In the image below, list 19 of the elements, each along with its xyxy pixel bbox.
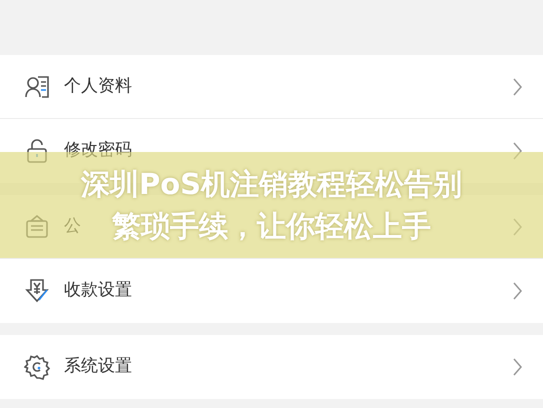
row-label: 公 [64, 214, 81, 238]
person-card-icon [24, 74, 50, 100]
settings-row[interactable]: 个人资料 [0, 55, 543, 119]
row-label: 个人资料 [64, 74, 132, 98]
chevron-right-icon [512, 216, 523, 236]
row-label: 修改密码 [64, 139, 132, 162]
chevron-right-icon [512, 141, 523, 161]
banner-title-line: 繁琐手续，让你轻松上手 [112, 208, 431, 245]
chevron-right-icon [512, 76, 523, 96]
row-label: 收款设置 [64, 279, 132, 302]
settings-row[interactable]: 系统设置 [0, 335, 543, 399]
settings-row[interactable]: 收款设置 [0, 259, 543, 323]
yen-download-icon [24, 278, 50, 304]
settings-icon [24, 354, 50, 380]
notice-icon [24, 214, 50, 240]
row-label: 系统设置 [64, 355, 132, 378]
chevron-right-icon [512, 357, 523, 377]
lock-icon [24, 138, 50, 164]
chevron-right-icon [512, 281, 523, 301]
